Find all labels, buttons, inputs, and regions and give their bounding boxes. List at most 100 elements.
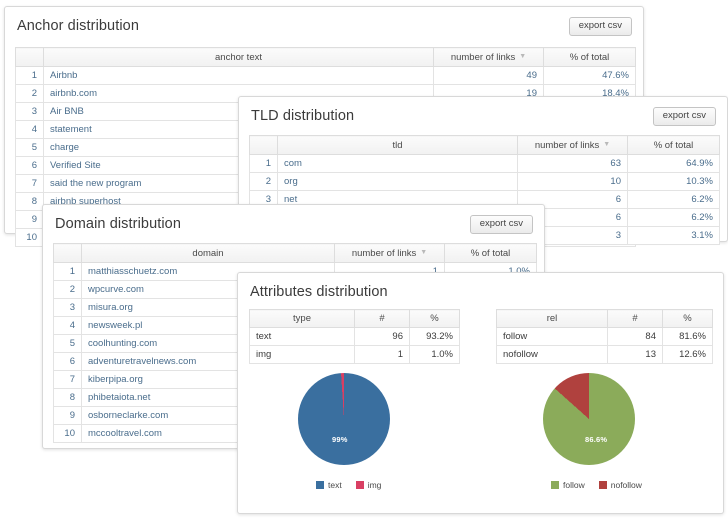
row-index: 2 xyxy=(15,84,44,103)
row-index: 10 xyxy=(15,228,44,247)
cell-pct: 64.9% xyxy=(627,154,720,173)
cell-pct: 93.2% xyxy=(409,327,460,346)
column-header-index[interactable] xyxy=(15,47,44,67)
column-header-domain[interactable]: domain xyxy=(81,243,335,263)
row-index: 2 xyxy=(249,172,278,191)
row-index: 4 xyxy=(53,316,82,335)
column-header-pct-of-total[interactable]: % of total xyxy=(444,243,537,263)
row-index: 3 xyxy=(53,298,82,317)
cell-count: 1 xyxy=(354,345,410,364)
legend-type: text img xyxy=(316,480,390,490)
row-index: 10 xyxy=(53,424,82,443)
column-header-index[interactable] xyxy=(249,135,278,155)
table-row: img 1 1.0% xyxy=(249,345,460,364)
cell-pct: 12.6% xyxy=(662,345,713,364)
panel-title-tld: TLD distribution xyxy=(251,108,355,124)
row-index: 8 xyxy=(15,192,44,211)
cell-count: 96 xyxy=(354,327,410,346)
row-index: 9 xyxy=(53,406,82,425)
cell-rel: nofollow xyxy=(496,345,608,364)
legend-label-nofollow: nofollow xyxy=(610,480,642,490)
column-header-count: # xyxy=(354,309,410,328)
legend-item-follow: follow xyxy=(551,480,585,490)
panel-title-anchor: Anchor distribution xyxy=(17,18,139,34)
column-header-percent: % xyxy=(409,309,460,328)
row-index: 4 xyxy=(15,120,44,139)
column-header-rel: rel xyxy=(496,309,608,328)
table-header-row: domain number of links ▼ % of total xyxy=(53,243,537,263)
table-row: nofollow 13 12.6% xyxy=(496,345,713,364)
pie-chart-rel: 86.6% xyxy=(543,373,635,465)
cell-pct: 47.6% xyxy=(543,66,636,85)
column-header-number-of-links[interactable]: number of links ▼ xyxy=(433,47,544,67)
row-index: 7 xyxy=(53,370,82,389)
legend-item-nofollow: nofollow xyxy=(598,480,642,490)
legend-label-img: img xyxy=(367,480,382,490)
table-attribute-rel: rel # % follow 84 81.6% nofollow 13 12.6% xyxy=(496,309,713,364)
table-row[interactable]: 1 com 63 64.9% xyxy=(249,154,720,173)
row-index: 9 xyxy=(15,210,44,229)
sort-caret-icon: ▼ xyxy=(603,141,611,149)
row-index: 7 xyxy=(15,174,44,193)
table-header-row: rel # % xyxy=(496,309,713,328)
panel-attributes-distribution: Attributes distribution type # % text 96 9… xyxy=(237,272,724,514)
table-row[interactable]: 1 Airbnb 49 47.6% xyxy=(15,66,636,85)
row-index: 5 xyxy=(53,334,82,353)
cell-count: 84 xyxy=(607,327,663,346)
legend-swatch-text xyxy=(316,481,324,489)
cell-pct: 3.1% xyxy=(627,226,720,245)
table-header-row: tld number of links ▼ % of total xyxy=(249,135,720,155)
row-index: 6 xyxy=(53,352,82,371)
column-header-percent: % xyxy=(662,309,713,328)
panel-title-attributes: Attributes distribution xyxy=(250,284,388,300)
row-index: 8 xyxy=(53,388,82,407)
cell-pct: 81.6% xyxy=(662,327,713,346)
table-row[interactable]: 2 org 10 10.3% xyxy=(249,172,720,191)
sort-caret-icon: ▼ xyxy=(420,249,428,257)
column-header-number-of-links[interactable]: number of links ▼ xyxy=(334,243,445,263)
row-index: 5 xyxy=(15,138,44,157)
cell-links: 49 xyxy=(433,66,544,85)
legend-swatch-follow xyxy=(551,481,559,489)
cell-links: 10 xyxy=(517,172,628,191)
legend-item-img: img xyxy=(355,480,382,490)
legend-label-follow: follow xyxy=(563,480,585,490)
table-row: text 96 93.2% xyxy=(249,327,460,346)
cell-links: 63 xyxy=(517,154,628,173)
panel-title-domain: Domain distribution xyxy=(55,216,182,232)
cell-pct: 1.0% xyxy=(409,345,460,364)
legend-item-text: text xyxy=(316,480,342,490)
cell-tld[interactable]: org xyxy=(277,172,518,191)
legend-label-text: text xyxy=(328,480,342,490)
legend-rel: follow nofollow xyxy=(551,480,651,490)
column-header-number-of-links[interactable]: number of links ▼ xyxy=(517,135,628,155)
legend-swatch-nofollow xyxy=(598,481,607,489)
export-csv-button-domain[interactable]: export csv xyxy=(469,215,533,234)
export-csv-button-anchor[interactable]: export csv xyxy=(568,17,632,36)
cell-rel: follow xyxy=(496,327,608,346)
pie-chart-type: 99% xyxy=(298,373,390,465)
column-header-pct-of-total[interactable]: % of total xyxy=(543,47,636,67)
column-header-pct-of-total[interactable]: % of total xyxy=(627,135,720,155)
column-header-tld[interactable]: tld xyxy=(277,135,518,155)
row-index: 1 xyxy=(249,154,278,173)
cell-pct: 10.3% xyxy=(627,172,720,191)
row-index: 1 xyxy=(15,66,44,85)
cell-tld[interactable]: com xyxy=(277,154,518,173)
row-index: 6 xyxy=(15,156,44,175)
cell-anchor-text[interactable]: Airbnb xyxy=(43,66,434,85)
table-attribute-type: type # % text 96 93.2% img 1 1.0% xyxy=(249,309,460,364)
cell-pct: 6.2% xyxy=(627,208,720,227)
table-header-row: type # % xyxy=(249,309,460,328)
cell-pct: 6.2% xyxy=(627,190,720,209)
export-csv-button-tld[interactable]: export csv xyxy=(652,107,716,126)
cell-type: img xyxy=(249,345,355,364)
table-row: follow 84 81.6% xyxy=(496,327,713,346)
column-header-anchor-text[interactable]: anchor text xyxy=(43,47,434,67)
row-index: 2 xyxy=(53,280,82,299)
cell-type: text xyxy=(249,327,355,346)
legend-swatch-img xyxy=(355,481,364,489)
table-header-row: anchor text number of links ▼ % of total xyxy=(15,47,636,67)
column-header-index[interactable] xyxy=(53,243,82,263)
pie-type-main-label: 99% xyxy=(332,435,348,444)
